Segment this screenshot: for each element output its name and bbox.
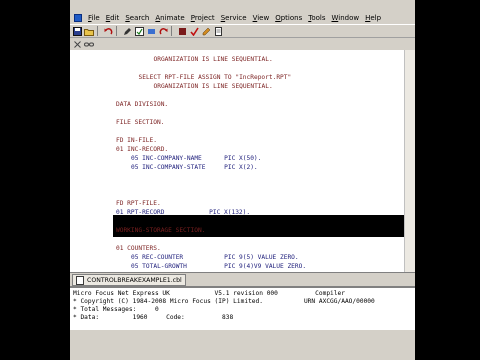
pen-icon[interactable] bbox=[122, 26, 132, 36]
menu-window[interactable]: Window bbox=[328, 12, 362, 24]
code-line: ORGANIZATION IS LINE SEQUENTIAL. bbox=[153, 56, 273, 63]
ide-window: File Edit Search Animate Project Service… bbox=[70, 0, 415, 360]
vertical-scrollbar[interactable] bbox=[404, 50, 415, 272]
code-line: 01 RPT-RECORD PIC X(132). bbox=[116, 209, 251, 216]
menu-service[interactable]: Service bbox=[218, 12, 250, 24]
code-line: 05 INC-COMPANY-NAME PIC X(50). bbox=[131, 155, 262, 162]
output-pane: Micro Focus Net Express UK V5.1 revision… bbox=[70, 286, 415, 332]
checkmark-icon[interactable] bbox=[189, 26, 199, 36]
link-icon[interactable] bbox=[84, 39, 94, 49]
close-file-icon[interactable] bbox=[72, 39, 82, 49]
code-line: WORKING-STORAGE SECTION. bbox=[116, 227, 206, 234]
editor-gutter bbox=[70, 50, 113, 272]
menu-bar: File Edit Search Animate Project Service… bbox=[70, 12, 415, 24]
tab-controlbreak-file[interactable]: CONTROLBREAKEXAMPLE1.cbl bbox=[72, 274, 186, 286]
code-line: FD RPT-FILE. bbox=[116, 200, 161, 207]
cobol-file-icon bbox=[76, 275, 84, 285]
check-icon[interactable] bbox=[134, 26, 144, 36]
undo-icon[interactable] bbox=[103, 26, 113, 36]
output-line: * Data: 1960 Code: 838 bbox=[73, 314, 234, 321]
menu-edit[interactable]: Edit bbox=[103, 12, 123, 24]
tab-label: CONTROLBREAKEXAMPLE1.cbl bbox=[87, 276, 182, 284]
file-icon[interactable] bbox=[213, 26, 223, 36]
menu-view[interactable]: View bbox=[250, 12, 273, 24]
code-line: 05 INC-COMPANY-GROWTH PIC 9(4)V9. bbox=[131, 182, 266, 189]
toolbar-separator bbox=[97, 26, 98, 36]
code-line: ORGANIZATION IS LINE SEQUENTIAL. bbox=[153, 83, 273, 90]
document-tabs: CONTROLBREAKEXAMPLE1.cbl bbox=[70, 272, 415, 287]
tag-icon[interactable] bbox=[146, 26, 156, 36]
menu-help[interactable]: Help bbox=[362, 12, 384, 24]
output-line: * Copyright (C) 1984-2008 Micro Focus (I… bbox=[73, 298, 375, 305]
code-line: 01 INC-RECORD. bbox=[116, 146, 169, 153]
code-line: 05 TOTAL-GROWTH PIC 9(4)V9 VALUE ZERO. bbox=[131, 263, 307, 270]
output-line: * Total Messages: 0 bbox=[73, 306, 159, 313]
status-bar bbox=[70, 330, 415, 360]
menu-tools[interactable]: Tools bbox=[305, 12, 328, 24]
edit-icon[interactable] bbox=[201, 26, 211, 36]
code-line: FD IN-FILE. bbox=[116, 137, 157, 144]
toolbar bbox=[70, 24, 415, 38]
code-line: 01 COUNTERS. bbox=[116, 245, 161, 252]
menu-file[interactable]: File bbox=[85, 12, 103, 24]
menu-project[interactable]: Project bbox=[188, 12, 218, 24]
code-line: 05 REC-COUNTER PIC 9(5) VALUE ZERO. bbox=[131, 254, 299, 261]
code-line: DATA DIVISION. bbox=[116, 101, 169, 108]
redo-icon[interactable] bbox=[158, 26, 168, 36]
code-editor[interactable]: ORGANIZATION IS LINE SEQUENTIAL. SELECT R… bbox=[70, 50, 415, 272]
folder-icon[interactable] bbox=[84, 26, 94, 36]
square-icon[interactable] bbox=[177, 26, 187, 36]
toolbar-separator bbox=[116, 26, 117, 36]
menu-animate[interactable]: Animate bbox=[152, 12, 187, 24]
app-icon bbox=[74, 14, 82, 22]
menu-options[interactable]: Options bbox=[272, 12, 305, 24]
toolbar-separator bbox=[171, 26, 172, 36]
code-line: 05 INC-COMPANY-STATE PIC X(2). bbox=[131, 164, 258, 171]
code-line: FILE SECTION. bbox=[116, 119, 165, 126]
save-icon[interactable] bbox=[72, 26, 82, 36]
code-line: SELECT RPT-FILE ASSIGN TO "IncReport.RPT… bbox=[138, 74, 292, 81]
menu-search[interactable]: Search bbox=[122, 12, 152, 24]
output-line: Micro Focus Net Express UK V5.1 revision… bbox=[73, 290, 345, 297]
code-line: 05 INC-COMPANY-INDUSTRY PIC X(23). bbox=[131, 173, 262, 180]
